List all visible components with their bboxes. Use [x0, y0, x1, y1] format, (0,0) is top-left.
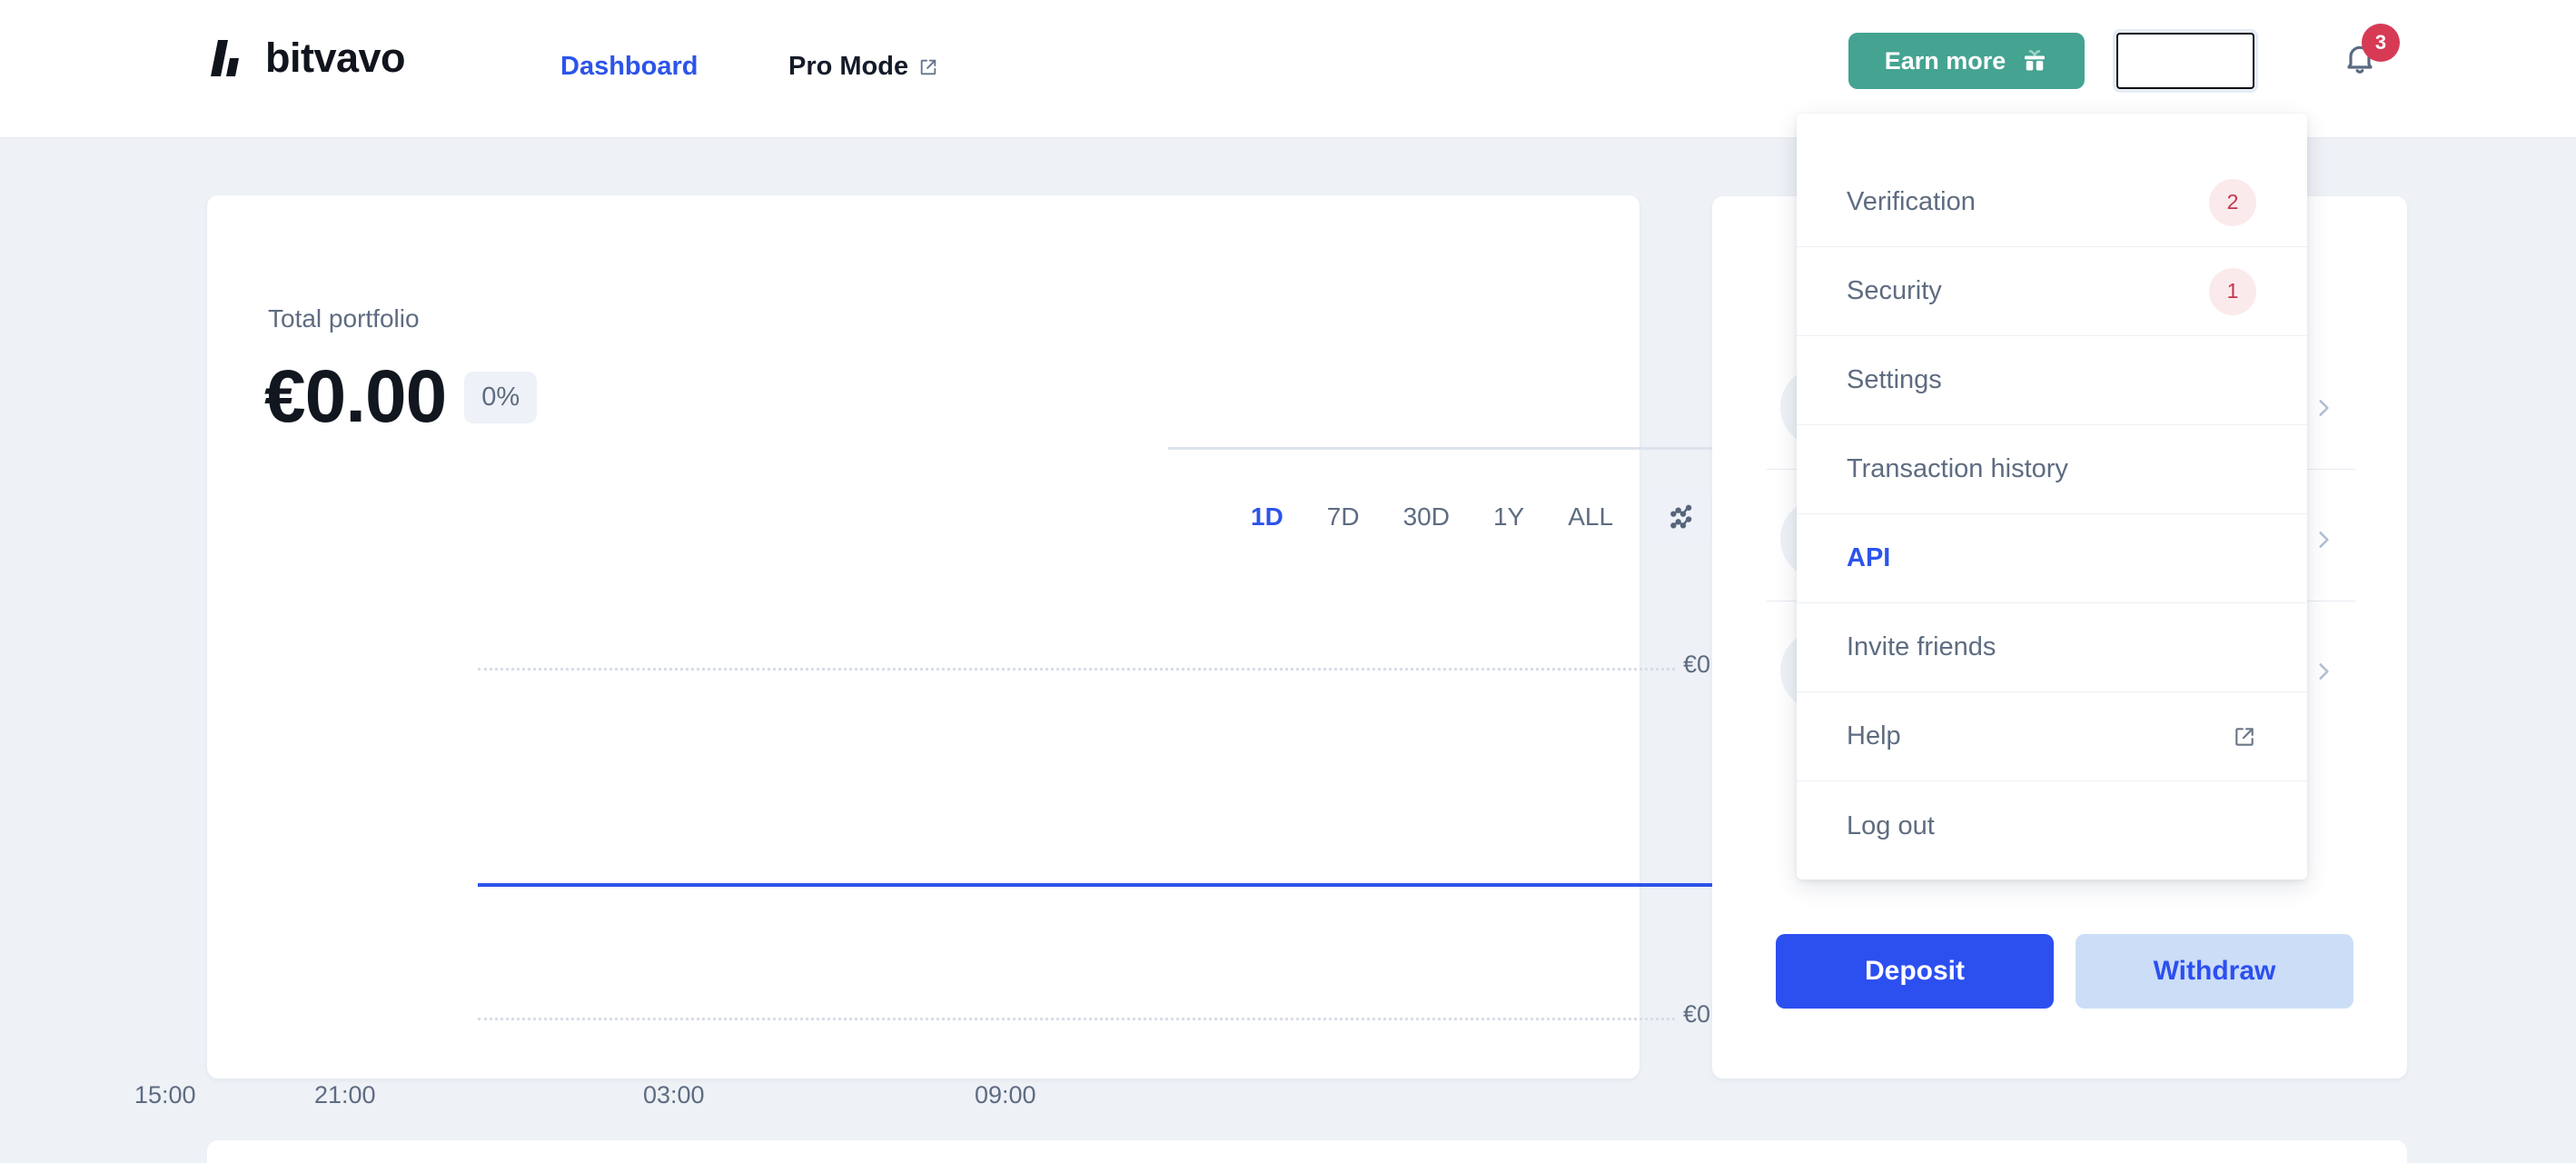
earn-more-label: Earn more: [1884, 46, 2006, 75]
menu-item-invite-friends[interactable]: Invite friends: [1797, 603, 2307, 692]
gift-icon: [2025, 50, 2046, 71]
chart-gridline-bottom: [478, 1018, 1675, 1020]
bitvavo-logo-icon: [211, 40, 239, 76]
menu-item-settings[interactable]: Settings: [1797, 336, 2307, 425]
chart-xlabel-1: 21:00: [314, 1081, 376, 1108]
nav-dashboard-label: Dashboard: [560, 52, 698, 81]
portfolio-change-badge: 0%: [464, 371, 538, 423]
chevron-right-icon: [2319, 400, 2329, 416]
menu-item-label: Invite friends: [1847, 632, 1996, 661]
lower-card-peek: [207, 1140, 2407, 1163]
menu-item-label: Log out: [1847, 810, 1935, 840]
range-button-30d[interactable]: 30D: [1382, 502, 1471, 532]
chart-xlabel-2: 03:00: [643, 1081, 705, 1108]
notification-count-badge: 3: [2362, 24, 2400, 62]
line-chart-icon: [1670, 504, 1692, 529]
user-menu-button[interactable]: [2116, 33, 2254, 89]
menu-item-label: Settings: [1847, 365, 1942, 394]
range-button-7d[interactable]: 7D: [1305, 502, 1382, 532]
nav-item-pro-mode[interactable]: Pro Mode: [788, 52, 938, 82]
range-divider: [1168, 447, 1793, 450]
deposit-button[interactable]: Deposit: [1776, 934, 2054, 1009]
menu-item-label: Help: [1847, 721, 1901, 750]
menu-item-verification[interactable]: Verification 2: [1797, 158, 2307, 247]
nav-pro-mode-label: Pro Mode: [788, 52, 909, 81]
portfolio-card: Total portfolio €0.00 0% 1D 7D 30D 1Y AL…: [207, 195, 1795, 1079]
chart-xlabel-3: 09:00: [975, 1081, 1036, 1108]
brand-logo[interactable]: bitvavo: [211, 35, 406, 81]
menu-item-transaction-history[interactable]: Transaction history: [1797, 425, 2307, 514]
chart-x-axis: 15:00 21:00 03:00 09:00: [134, 1081, 1660, 1118]
brand-name: bitvavo: [265, 35, 406, 81]
menu-item-help[interactable]: Help: [1797, 692, 2307, 781]
menu-item-log-out[interactable]: Log out: [1797, 781, 2307, 870]
chevron-right-icon: [2319, 663, 2329, 680]
time-range-selector: 1D 7D 30D 1Y ALL: [1229, 491, 1712, 543]
menu-item-badge: 1: [2209, 267, 2256, 315]
range-button-1d[interactable]: 1D: [1229, 502, 1305, 532]
menu-item-label: Security: [1847, 276, 1942, 305]
menu-item-label: Verification: [1847, 187, 1976, 216]
notifications-button[interactable]: 3: [2342, 24, 2400, 82]
portfolio-amount: €0.00: [264, 355, 447, 438]
chart-xlabel-0: 15:00: [134, 1081, 196, 1108]
portfolio-value-row: €0.00 0%: [264, 355, 538, 438]
menu-item-security[interactable]: Security 1: [1797, 247, 2307, 336]
nav-item-dashboard[interactable]: Dashboard: [560, 52, 698, 82]
withdraw-button[interactable]: Withdraw: [2076, 934, 2353, 1009]
menu-item-label: API: [1847, 543, 1891, 572]
wallet-actions: Deposit Withdraw: [1776, 934, 2353, 1009]
portfolio-title: Total portfolio: [268, 304, 420, 333]
chart-type-toggle-button[interactable]: [1655, 491, 1712, 543]
user-menu-dropdown: Verification 2 Security 1 Settings Trans…: [1797, 114, 2307, 880]
external-link-icon: [2235, 727, 2254, 746]
chevron-right-icon: [2319, 532, 2329, 548]
chart-series-line: [478, 883, 1795, 887]
external-link-icon: [920, 59, 936, 75]
chart-gridline-top: [478, 668, 1675, 671]
menu-item-label: Transaction history: [1847, 454, 2068, 483]
range-button-all[interactable]: ALL: [1546, 502, 1635, 532]
menu-item-badge: 2: [2209, 178, 2256, 226]
menu-item-api[interactable]: API: [1797, 514, 2307, 603]
earn-more-button[interactable]: Earn more: [1848, 33, 2085, 89]
range-button-1y[interactable]: 1Y: [1471, 502, 1546, 532]
